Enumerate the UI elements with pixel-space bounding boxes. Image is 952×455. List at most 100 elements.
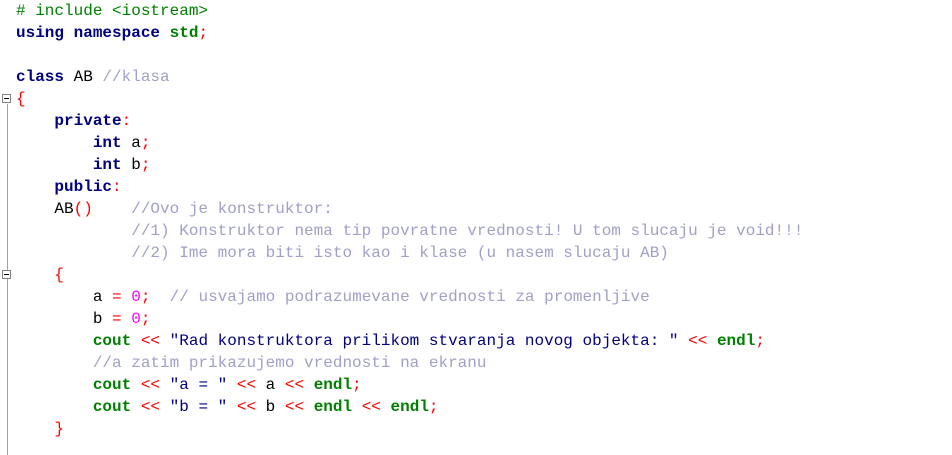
- code-token: cout: [92, 376, 132, 394]
- code-token: a: [256, 376, 285, 394]
- code-token: 0: [131, 310, 141, 328]
- code-token: ;: [198, 24, 209, 42]
- code-token: //a zatim prikazujemo vrednosti na ekran…: [92, 354, 487, 372]
- code-editor[interactable]: # include <iostream> using namespace std;…: [0, 0, 952, 455]
- code-line-class[interactable]: class AB //klasa: [16, 66, 952, 88]
- code-token: cout: [92, 332, 132, 350]
- code-token: AB: [16, 200, 74, 218]
- code-line-blank1[interactable]: [16, 44, 952, 66]
- code-token: 0: [131, 288, 141, 306]
- code-line-ctor-close[interactable]: }: [16, 418, 952, 440]
- code-token: <<: [236, 398, 257, 416]
- code-token: endl: [313, 398, 353, 416]
- code-line-int-b[interactable]: int b;: [16, 154, 952, 176]
- code-token: # include <iostream>: [16, 2, 209, 20]
- code-token: //Ovo je konstruktor:: [131, 200, 333, 218]
- code-token: "Rad konstruktora prilikom stvaranja nov…: [169, 332, 679, 350]
- code-line-comment1[interactable]: //1) Konstruktor nema tip povratne vredn…: [16, 220, 952, 242]
- code-token: :: [121, 112, 132, 130]
- code-token: std: [169, 24, 199, 42]
- code-token: class: [16, 68, 65, 86]
- fold-collapse-icon[interactable]: [2, 94, 11, 103]
- code-token: <<: [140, 332, 161, 350]
- code-token: //2) Ime mora biti isto kao i klase (u n…: [131, 244, 669, 262]
- code-line-using[interactable]: using namespace std;: [16, 22, 952, 44]
- code-line-ctor[interactable]: AB() //Ovo je konstruktor:: [16, 198, 952, 220]
- code-token: <<: [688, 332, 708, 350]
- fold-line: [7, 104, 8, 455]
- code-line-assign-a[interactable]: a = 0; // usvajamo podrazumevane vrednos…: [16, 286, 952, 308]
- code-line-comment3[interactable]: //a zatim prikazujemo vrednosti na ekran…: [16, 352, 952, 374]
- code-token: <<: [140, 398, 161, 416]
- code-line-include[interactable]: # include <iostream>: [16, 0, 952, 22]
- code-token: ;: [140, 134, 151, 152]
- code-line-assign-b[interactable]: b = 0;: [16, 308, 952, 330]
- code-token: <<: [284, 376, 305, 394]
- code-token: // usvajamo podrazumevane vrednosti za p…: [169, 288, 650, 306]
- code-line-cout1[interactable]: cout << "Rad konstruktora prilikom stvar…: [16, 330, 952, 352]
- code-token: <<: [236, 376, 257, 394]
- code-token: }: [54, 420, 65, 438]
- code-lines[interactable]: # include <iostream> using namespace std;…: [16, 0, 952, 440]
- code-token: ;: [140, 288, 151, 306]
- code-token: ;: [428, 398, 439, 416]
- code-line-open-brace[interactable]: {: [16, 88, 952, 110]
- code-token: ;: [140, 310, 151, 328]
- code-token: AB: [64, 68, 103, 86]
- code-token: =: [112, 288, 122, 306]
- fold-collapse-icon[interactable]: [2, 270, 11, 279]
- code-token: public: [54, 178, 113, 196]
- code-token: a: [121, 134, 141, 152]
- code-token: ;: [755, 332, 765, 350]
- code-token: a: [16, 288, 113, 306]
- code-token: {: [54, 266, 65, 284]
- code-token: endl: [390, 398, 429, 416]
- fold-gutter: [0, 0, 13, 455]
- code-token: //1) Konstruktor nema tip povratne vredn…: [131, 222, 804, 240]
- code-token: =: [112, 310, 122, 328]
- code-line-ctor-open[interactable]: {: [16, 264, 952, 286]
- code-token: :: [112, 178, 122, 196]
- code-line-cout2[interactable]: cout << "a = " << a << endl;: [16, 374, 952, 396]
- code-token: int: [92, 156, 122, 174]
- code-token: b: [16, 310, 113, 328]
- code-line-public[interactable]: public:: [16, 176, 952, 198]
- code-token: endl: [716, 332, 756, 350]
- code-token: cout: [92, 398, 132, 416]
- code-token: endl: [313, 376, 353, 394]
- code-token: {: [16, 90, 26, 108]
- code-token: int: [92, 134, 122, 152]
- code-line-int-a[interactable]: int a;: [16, 132, 952, 154]
- code-token: private: [54, 112, 122, 130]
- code-line-cout3[interactable]: cout << "b = " << b << endl << endl;: [16, 396, 952, 418]
- code-token: "a = ": [169, 376, 228, 394]
- code-token: b: [121, 156, 141, 174]
- code-line-private[interactable]: private:: [16, 110, 952, 132]
- code-token: <<: [284, 398, 305, 416]
- code-line-comment2[interactable]: //2) Ime mora biti isto kao i klase (u n…: [16, 242, 952, 264]
